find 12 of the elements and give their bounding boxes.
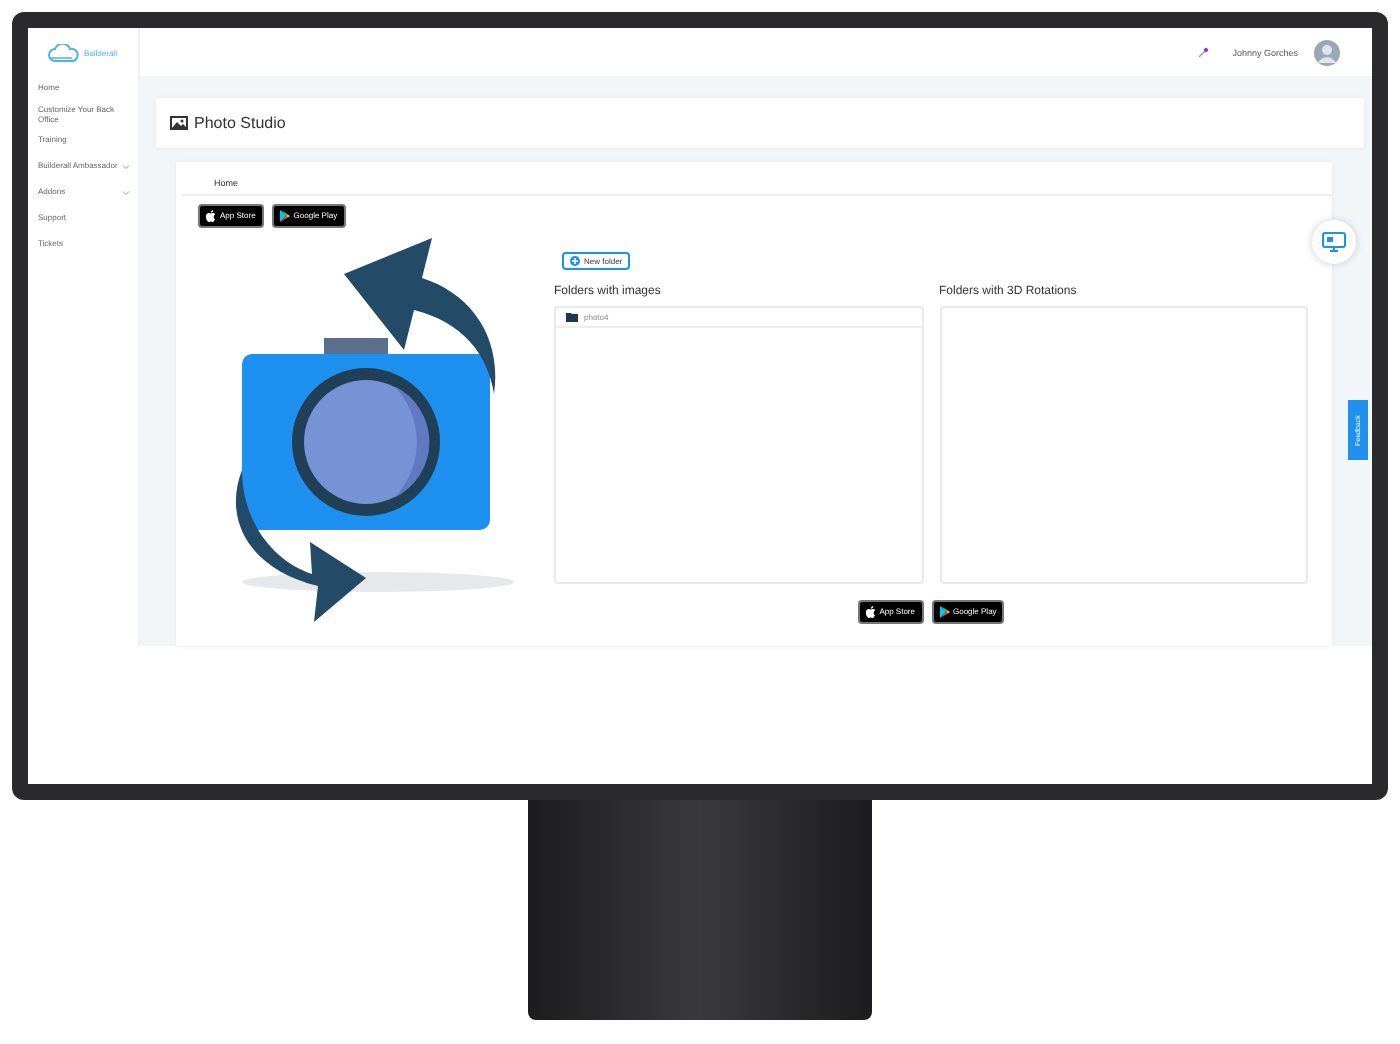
monitor-icon [1322, 232, 1346, 252]
apple-icon [865, 606, 876, 618]
image-icon [170, 116, 188, 130]
page-title: Photo Studio [194, 114, 286, 132]
floating-monitor-button[interactable] [1312, 220, 1356, 264]
avatar-icon[interactable] [1314, 39, 1340, 65]
cloud-logo-icon [48, 43, 80, 61]
folder-icon [566, 312, 578, 322]
play-triangle-icon [939, 606, 949, 618]
plus-circle-icon [570, 256, 580, 266]
play-triangle-icon [279, 210, 290, 222]
apple-icon [206, 210, 216, 222]
